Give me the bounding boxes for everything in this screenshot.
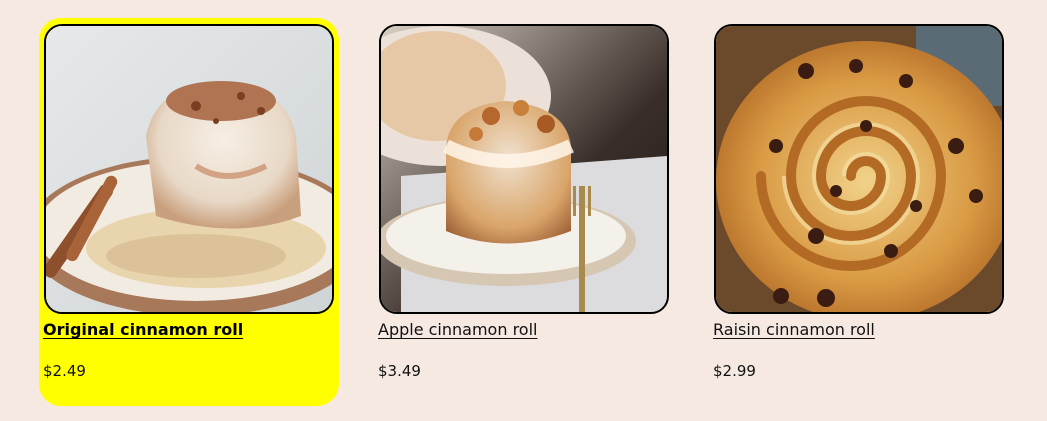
product-name-link[interactable]: Original cinnamon roll bbox=[43, 320, 243, 339]
product-grid: Original cinnamon roll $2.49 Apple cinna… bbox=[0, 0, 1047, 421]
product-card-apple[interactable]: Apple cinnamon roll $3.49 bbox=[374, 18, 674, 406]
product-image-apple-cinnamon-roll[interactable] bbox=[379, 24, 669, 314]
product-price: $2.49 bbox=[43, 362, 86, 380]
product-name-link[interactable]: Apple cinnamon roll bbox=[378, 320, 537, 339]
product-image-original-cinnamon-roll[interactable] bbox=[44, 24, 334, 314]
product-price: $3.49 bbox=[378, 362, 421, 380]
product-image-raisin-cinnamon-roll[interactable] bbox=[714, 24, 1004, 314]
product-card-original[interactable]: Original cinnamon roll $2.49 bbox=[39, 18, 339, 406]
product-price: $2.99 bbox=[713, 362, 756, 380]
product-card-raisin[interactable]: Raisin cinnamon roll $2.99 bbox=[709, 18, 1009, 406]
product-name-link[interactable]: Raisin cinnamon roll bbox=[713, 320, 875, 339]
